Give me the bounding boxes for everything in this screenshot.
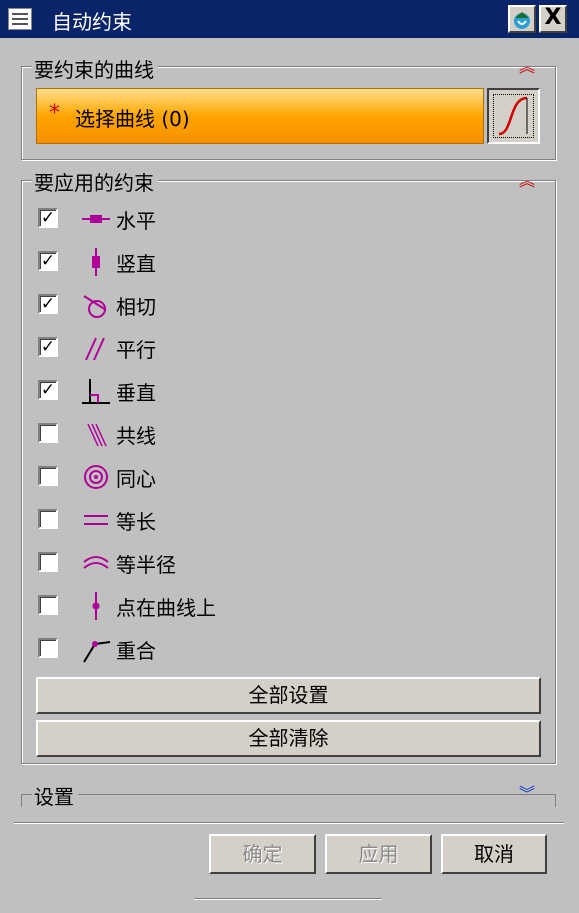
- constraint-row: ✓ 水平: [38, 204, 518, 234]
- settings-group-title: 设置: [32, 781, 78, 810]
- required-star: *: [49, 101, 60, 126]
- coincident-icon: [80, 634, 112, 664]
- constraint-row: 等长: [38, 505, 518, 535]
- curve-icon: [498, 96, 528, 136]
- collapse-constraints-icon[interactable]: ︽: [519, 173, 535, 189]
- select-curve-label: 选择曲线 (0): [75, 107, 190, 131]
- collapse-curves-icon[interactable]: ︽: [519, 59, 535, 75]
- ok-button[interactable]: 确定: [209, 834, 316, 874]
- vertical-icon: [80, 247, 112, 277]
- constraint-row: ✓ 平行: [38, 333, 518, 363]
- constraint-checkbox[interactable]: ✓: [38, 251, 58, 271]
- select-curve-bar[interactable]: * 选择曲线 (0): [36, 88, 484, 144]
- constraint-label: 重合: [116, 639, 156, 663]
- window-menu-icon[interactable]: [8, 8, 32, 30]
- constraint-label: 等半径: [116, 553, 176, 577]
- reset-button[interactable]: [508, 5, 536, 33]
- constraint-label: 等长: [116, 510, 156, 534]
- constraint-row: 点在曲线上: [38, 591, 518, 621]
- constraint-row: ✓ 竖直: [38, 247, 518, 277]
- select-curve-button[interactable]: [487, 88, 540, 144]
- apply-button[interactable]: 应用: [325, 834, 432, 874]
- constraint-row: ✓ 相切: [38, 290, 518, 320]
- constraint-checkbox[interactable]: [38, 423, 58, 443]
- cancel-button[interactable]: 取消: [441, 834, 547, 874]
- footer-separator: [14, 822, 564, 824]
- constraints-group-title: 要应用的约束: [32, 167, 158, 196]
- perpendicular-icon: [80, 376, 112, 406]
- collinear-icon: [80, 419, 112, 449]
- horizontal-icon: [80, 204, 112, 234]
- constraint-label: 平行: [116, 338, 156, 362]
- constraint-row: ✓ 垂直: [38, 376, 518, 406]
- close-button[interactable]: X: [539, 5, 567, 33]
- constraint-checkbox[interactable]: ✓: [38, 380, 58, 400]
- resize-grip[interactable]: [194, 898, 382, 900]
- window-title: 自动约束: [52, 10, 132, 34]
- reset-icon: [514, 12, 530, 29]
- constraint-checkbox[interactable]: [38, 638, 58, 658]
- constraint-checkbox[interactable]: ✓: [38, 208, 58, 228]
- constraint-checkbox[interactable]: [38, 509, 58, 529]
- equal-radius-icon: [80, 548, 112, 578]
- constraint-label: 同心: [116, 467, 156, 491]
- constraint-label: 共线: [116, 424, 156, 448]
- constraint-row: 重合: [38, 634, 518, 664]
- concentric-icon: [80, 462, 112, 492]
- constraint-checkbox[interactable]: [38, 595, 58, 615]
- constraint-checkbox[interactable]: [38, 466, 58, 486]
- constraint-row: 共线: [38, 419, 518, 449]
- tangent-icon: [80, 290, 112, 320]
- constraint-label: 相切: [116, 295, 156, 319]
- settings-group: [21, 794, 556, 807]
- constraint-checkbox[interactable]: ✓: [38, 337, 58, 357]
- parallel-icon: [80, 333, 112, 363]
- title-bar: 自动约束 X: [0, 0, 579, 38]
- equal-length-icon: [80, 505, 112, 535]
- constraint-checkbox[interactable]: [38, 552, 58, 572]
- set-all-button[interactable]: 全部设置: [36, 677, 541, 714]
- constraint-row: 等半径: [38, 548, 518, 578]
- constraint-label: 竖直: [116, 252, 156, 276]
- point-on-curve-icon: [80, 591, 112, 621]
- curves-group-title: 要约束的曲线: [32, 54, 158, 83]
- constraint-label: 垂直: [116, 381, 156, 405]
- constraint-label: 水平: [116, 209, 156, 233]
- constraint-row: 同心: [38, 462, 518, 492]
- clear-all-button[interactable]: 全部清除: [36, 720, 541, 757]
- constraint-checkbox[interactable]: ✓: [38, 294, 58, 314]
- expand-settings-icon[interactable]: ︾: [519, 786, 535, 802]
- constraint-label: 点在曲线上: [116, 596, 216, 620]
